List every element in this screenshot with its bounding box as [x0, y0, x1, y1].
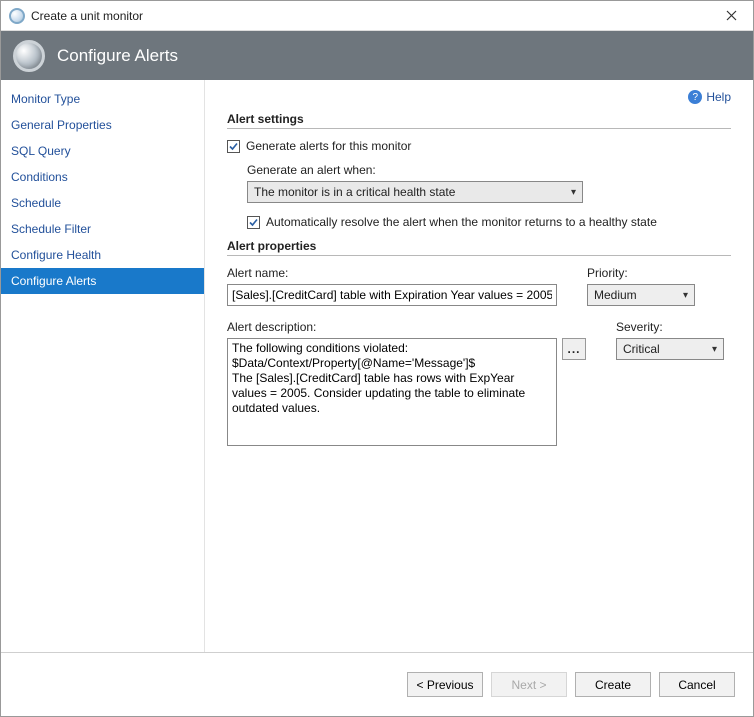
- cancel-button[interactable]: Cancel: [659, 672, 735, 697]
- banner-icon: [13, 40, 45, 72]
- close-icon: [726, 10, 737, 21]
- generate-when-value: The monitor is in a critical health stat…: [254, 185, 455, 199]
- check-icon: [248, 217, 259, 228]
- help-row: ? Help: [227, 90, 731, 104]
- help-icon: ?: [688, 90, 702, 104]
- severity-select[interactable]: Critical ▾: [616, 338, 724, 360]
- generate-alerts-label: Generate alerts for this monitor: [246, 139, 411, 153]
- banner-heading: Configure Alerts: [57, 46, 178, 66]
- sidebar-item-schedule[interactable]: Schedule: [1, 190, 204, 216]
- sidebar-item-configure-health[interactable]: Configure Health: [1, 242, 204, 268]
- banner: Configure Alerts: [1, 31, 753, 80]
- severity-value: Critical: [623, 342, 660, 356]
- description-severity-row: Alert description: ... Severity: Critica…: [227, 320, 731, 446]
- generate-when-label: Generate an alert when:: [247, 163, 731, 177]
- description-browse-button[interactable]: ...: [562, 338, 586, 360]
- priority-select[interactable]: Medium ▾: [587, 284, 695, 306]
- auto-resolve-checkbox[interactable]: [247, 216, 260, 229]
- help-link[interactable]: Help: [706, 90, 731, 104]
- next-button: Next >: [491, 672, 567, 697]
- auto-resolve-label: Automatically resolve the alert when the…: [266, 215, 657, 229]
- sidebar-item-conditions[interactable]: Conditions: [1, 164, 204, 190]
- alert-settings-heading: Alert settings: [227, 112, 731, 129]
- alert-description-label: Alert description:: [227, 320, 586, 334]
- chevron-down-icon: ▾: [712, 344, 717, 355]
- sidebar-item-schedule-filter[interactable]: Schedule Filter: [1, 216, 204, 242]
- app-icon: [9, 8, 25, 24]
- sidebar-item-general-properties[interactable]: General Properties: [1, 112, 204, 138]
- alert-properties-heading: Alert properties: [227, 239, 731, 256]
- sidebar: Monitor Type General Properties SQL Quer…: [1, 80, 205, 652]
- name-priority-row: Alert name: Priority: Medium ▾: [227, 266, 731, 306]
- window-title: Create a unit monitor: [31, 9, 709, 23]
- alert-name-input[interactable]: [227, 284, 557, 306]
- alert-name-label: Alert name:: [227, 266, 557, 280]
- alert-description-textarea[interactable]: [227, 338, 557, 446]
- auto-resolve-row: Automatically resolve the alert when the…: [247, 215, 731, 229]
- generate-alerts-row: Generate alerts for this monitor: [227, 139, 731, 153]
- sidebar-item-configure-alerts[interactable]: Configure Alerts: [1, 268, 204, 294]
- create-button[interactable]: Create: [575, 672, 651, 697]
- titlebar: Create a unit monitor: [1, 1, 753, 31]
- previous-button[interactable]: < Previous: [407, 672, 483, 697]
- wizard-footer: < Previous Next > Create Cancel: [1, 652, 753, 716]
- chevron-down-icon: ▾: [683, 290, 688, 301]
- priority-value: Medium: [594, 288, 637, 302]
- priority-label: Priority:: [587, 266, 702, 280]
- ellipsis-icon: ...: [567, 342, 580, 356]
- wizard-body: Monitor Type General Properties SQL Quer…: [1, 80, 753, 652]
- severity-label: Severity:: [616, 320, 731, 334]
- sidebar-item-monitor-type[interactable]: Monitor Type: [1, 86, 204, 112]
- generate-when-select[interactable]: The monitor is in a critical health stat…: [247, 181, 583, 203]
- generate-when-group: Generate an alert when: The monitor is i…: [247, 163, 731, 203]
- generate-alerts-checkbox[interactable]: [227, 140, 240, 153]
- check-icon: [228, 141, 239, 152]
- main-panel: ? Help Alert settings Generate alerts fo…: [205, 80, 753, 652]
- sidebar-item-sql-query[interactable]: SQL Query: [1, 138, 204, 164]
- chevron-down-icon: ▾: [571, 187, 576, 198]
- close-button[interactable]: [709, 1, 753, 31]
